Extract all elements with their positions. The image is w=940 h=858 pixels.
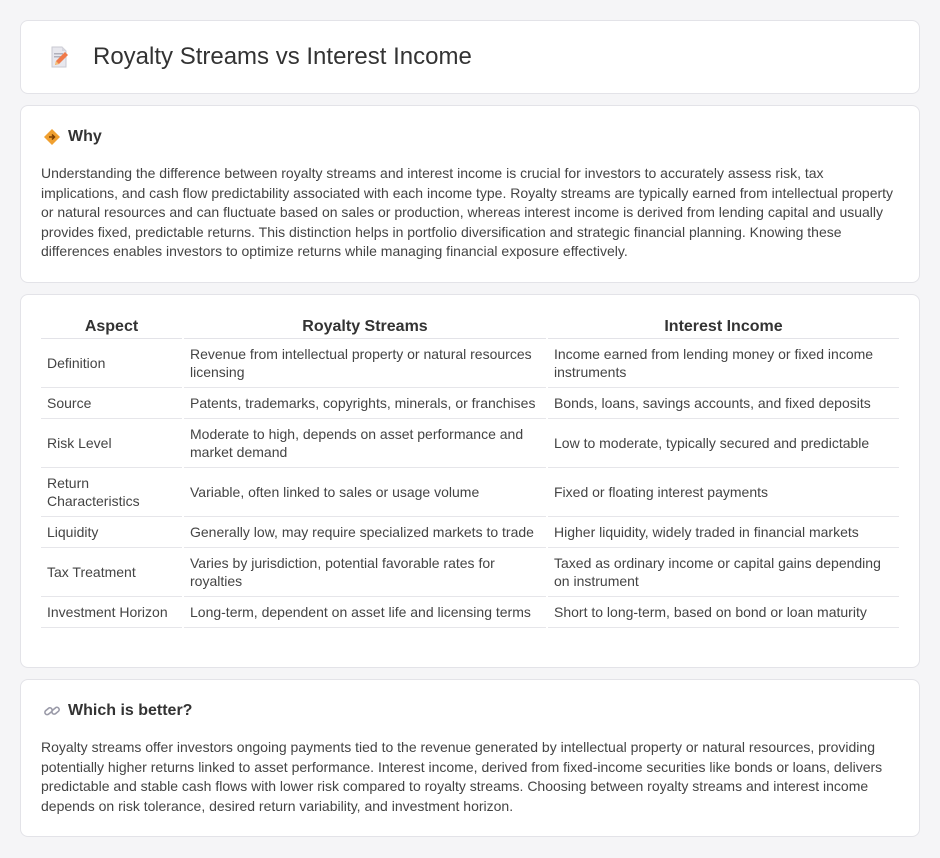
why-header: Why xyxy=(41,126,899,148)
which-text: Royalty streams offer investors ongoing … xyxy=(41,739,883,814)
table-row: Risk Level Moderate to high, depends on … xyxy=(41,418,899,468)
table-row: Liquidity Generally low, may require spe… xyxy=(41,516,899,548)
comparison-table: Aspect Royalty Streams Interest Income D… xyxy=(41,315,899,628)
row-royalty: Revenue from intellectual property or na… xyxy=(182,338,547,388)
which-section: Which is better? Royalty streams offer i… xyxy=(20,679,920,837)
table-header-row: Aspect Royalty Streams Interest Income xyxy=(41,315,899,339)
which-header: Which is better? xyxy=(41,700,899,722)
row-aspect: Liquidity xyxy=(41,516,183,548)
comparison-card: Aspect Royalty Streams Interest Income D… xyxy=(20,294,920,668)
row-interest: Income earned from lending money or fixe… xyxy=(546,338,899,388)
row-royalty: Varies by jurisdiction, potential favora… xyxy=(182,547,547,597)
column-header-aspect: Aspect xyxy=(41,315,183,339)
row-aspect: Risk Level xyxy=(41,418,183,468)
row-royalty: Generally low, may require specialized m… xyxy=(182,516,547,548)
why-section: Why Understanding the difference between… xyxy=(20,105,920,283)
table-row: Return Characteristics Variable, often l… xyxy=(41,467,899,517)
row-interest: Fixed or floating interest payments xyxy=(546,467,899,517)
why-text: Understanding the difference between roy… xyxy=(41,165,894,260)
table-row: Source Patents, trademarks, copyrights, … xyxy=(41,387,899,419)
diamond-arrow-icon xyxy=(44,129,60,145)
row-aspect: Definition xyxy=(41,338,183,388)
row-royalty: Long-term, dependent on asset life and l… xyxy=(182,596,547,628)
link-icon xyxy=(44,706,60,716)
row-aspect: Investment Horizon xyxy=(41,596,183,628)
row-royalty: Variable, often linked to sales or usage… xyxy=(182,467,547,517)
page-title: Royalty Streams vs Interest Income xyxy=(93,43,472,70)
why-title: Why xyxy=(68,128,102,145)
row-aspect: Return Characteristics xyxy=(41,467,183,517)
row-aspect: Source xyxy=(41,387,183,419)
header-card: Royalty Streams vs Interest Income xyxy=(20,20,920,94)
row-royalty: Moderate to high, depends on asset perfo… xyxy=(182,418,547,468)
row-interest: Low to moderate, typically secured and p… xyxy=(546,418,899,468)
row-royalty: Patents, trademarks, copyrights, mineral… xyxy=(182,387,547,419)
column-header-interest-income: Interest Income xyxy=(546,315,899,339)
which-title: Which is better? xyxy=(68,702,193,719)
document-pencil-icon xyxy=(51,46,68,68)
row-interest: Taxed as ordinary income or capital gain… xyxy=(546,547,899,597)
table-row: Investment Horizon Long-term, dependent … xyxy=(41,596,899,628)
table-row: Tax Treatment Varies by jurisdiction, po… xyxy=(41,547,899,597)
row-interest: Bonds, loans, savings accounts, and fixe… xyxy=(546,387,899,419)
row-aspect: Tax Treatment xyxy=(41,547,183,597)
row-interest: Higher liquidity, widely traded in finan… xyxy=(546,516,899,548)
column-header-royalty-streams: Royalty Streams xyxy=(182,315,547,339)
table-row: Definition Revenue from intellectual pro… xyxy=(41,338,899,388)
row-interest: Short to long-term, based on bond or loa… xyxy=(546,596,899,628)
